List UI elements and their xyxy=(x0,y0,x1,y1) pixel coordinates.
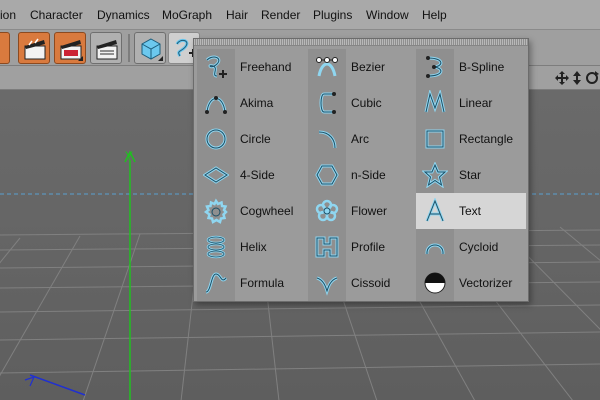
menu-item-label: Akima xyxy=(240,96,274,110)
menu-item-flower[interactable]: Flower xyxy=(308,193,418,229)
menu-item-cycloid[interactable]: Cycloid xyxy=(416,229,526,265)
cycloid-icon xyxy=(425,243,445,255)
profile-icon xyxy=(315,236,339,258)
menu-item-n-side[interactable]: n-Side xyxy=(308,157,418,193)
circle-icon xyxy=(205,128,227,150)
menu-item-freehand[interactable]: Freehand xyxy=(197,49,307,85)
rectangle-icon xyxy=(425,129,445,149)
menu-item-4-side[interactable]: 4-Side xyxy=(197,157,307,193)
submenu-indicator xyxy=(78,56,83,61)
menu-item-bezier[interactable]: Bezier xyxy=(308,49,418,85)
n-side-icon xyxy=(315,164,339,186)
menu-item-label: Bezier xyxy=(351,60,386,74)
menu-render[interactable]: Render xyxy=(261,8,300,22)
menu-item-star[interactable]: Star xyxy=(416,157,526,193)
x-axis-arrow xyxy=(24,376,36,387)
render-view-button[interactable] xyxy=(18,32,50,64)
menu-item-label: Helix xyxy=(240,240,267,254)
menu-item-arc[interactable]: Arc xyxy=(308,121,418,157)
star-icon xyxy=(422,162,448,188)
menu-item-label: Cogwheel xyxy=(240,204,294,218)
vectorizer-icon xyxy=(424,272,446,294)
menu-item-label: B-Spline xyxy=(459,60,505,74)
popup-drag-handle[interactable] xyxy=(194,39,528,46)
clapper-settings-icon xyxy=(96,40,118,60)
menu-animation[interactable]: ion xyxy=(0,8,16,22)
menu-item-text[interactable]: Text xyxy=(416,193,526,229)
scale-view-icon[interactable] xyxy=(570,71,584,85)
menu-mograph[interactable]: MoGraph xyxy=(162,8,212,22)
menu-item-helix[interactable]: Helix xyxy=(197,229,307,265)
freehand-icon xyxy=(205,55,227,78)
menu-character[interactable]: Character xyxy=(30,8,83,22)
menu-window[interactable]: Window xyxy=(366,8,409,22)
text-icon xyxy=(425,198,445,222)
menu-item-cissoid[interactable]: Cissoid xyxy=(308,265,418,301)
menu-plugins[interactable]: Plugins xyxy=(313,8,352,22)
menu-item-label: Cissoid xyxy=(351,276,391,290)
y-axis-label: Y xyxy=(125,149,133,163)
move-view-icon[interactable] xyxy=(555,71,569,85)
menu-item-cogwheel[interactable]: Cogwheel xyxy=(197,193,307,229)
menu-item-rectangle[interactable]: Rectangle xyxy=(416,121,526,157)
cissoid-icon xyxy=(316,276,338,296)
menu-item-label: Circle xyxy=(240,132,271,146)
clapper-icon xyxy=(24,38,46,60)
menu-hair[interactable]: Hair xyxy=(226,8,248,22)
menu-item-cubic[interactable]: Cubic xyxy=(308,85,418,121)
menu-item-vectorizer[interactable]: Vectorizer xyxy=(416,265,526,301)
menu-item-label: Linear xyxy=(459,96,493,110)
menu-item-label: Rectangle xyxy=(459,132,514,146)
render-picture-viewer-button[interactable] xyxy=(54,32,86,64)
cogwheel-icon xyxy=(203,198,228,224)
menu-item-label: 4-Side xyxy=(240,168,275,182)
render-settings-button[interactable] xyxy=(90,32,122,64)
menu-bar: ion Character Dynamics MoGraph Hair Rend… xyxy=(0,0,600,30)
formula-icon xyxy=(205,272,228,294)
menu-item-akima[interactable]: Akima xyxy=(197,85,307,121)
helix-icon xyxy=(206,235,226,259)
toolbar-partial-button[interactable] xyxy=(0,32,10,64)
menu-item-formula[interactable]: Formula xyxy=(197,265,307,301)
menu-item-label: Formula xyxy=(240,276,285,290)
x-axis-line xyxy=(29,374,86,396)
menu-item-label: n-Side xyxy=(351,168,386,182)
menu-item-label: Cycloid xyxy=(459,240,499,254)
menu-item-b-spline[interactable]: B-Spline xyxy=(416,49,526,85)
arc-icon xyxy=(318,130,337,149)
menu-dynamics[interactable]: Dynamics xyxy=(97,8,150,22)
menu-item-label: Flower xyxy=(351,204,388,218)
menu-item-label: Freehand xyxy=(240,60,292,74)
spline-menu-popup: Freehand Bezier B-Spline Akima Cubic Lin… xyxy=(193,38,529,302)
akima-icon xyxy=(205,96,227,114)
menu-help[interactable]: Help xyxy=(422,8,447,22)
cube-object-button[interactable] xyxy=(134,32,166,64)
toolbar-separator xyxy=(128,34,130,62)
submenu-indicator xyxy=(158,56,163,61)
menu-item-label: Arc xyxy=(351,132,369,146)
menu-item-label: Text xyxy=(459,204,482,218)
menu-item-label: Cubic xyxy=(351,96,382,110)
menu-item-label: Star xyxy=(459,168,482,182)
rotate-view-icon[interactable] xyxy=(585,71,599,85)
menu-item-profile[interactable]: Profile xyxy=(308,229,418,265)
four-side-icon xyxy=(203,166,229,184)
bspline-icon xyxy=(426,56,443,78)
menu-item-label: Vectorizer xyxy=(459,276,513,290)
menu-item-circle[interactable]: Circle xyxy=(197,121,307,157)
cubic-icon xyxy=(319,92,336,114)
flower-icon xyxy=(315,199,339,222)
menu-item-label: Profile xyxy=(351,240,386,254)
bezier-icon xyxy=(316,57,338,77)
menu-item-linear[interactable]: Linear xyxy=(416,85,526,121)
linear-icon xyxy=(424,90,446,113)
